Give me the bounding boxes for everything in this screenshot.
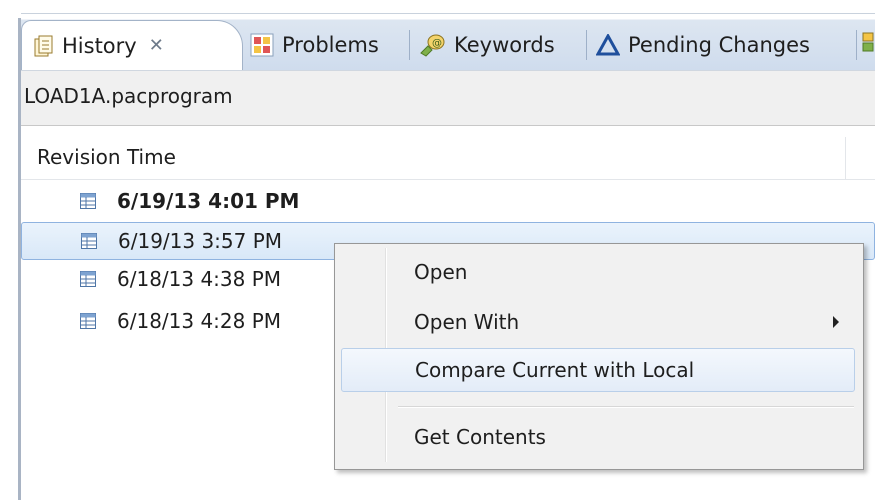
pending-changes-icon — [596, 34, 620, 56]
revision-time: 6/18/13 4:28 PM — [117, 309, 282, 333]
menu-item-compare-current-with-local[interactable]: Compare Current with Local — [341, 348, 855, 392]
tab-keywords[interactable]: @ Keywords — [418, 20, 555, 70]
column-header-revision-time[interactable]: Revision Time — [21, 137, 875, 180]
menu-item-label: Get Contents — [414, 425, 546, 449]
more-views-icon[interactable] — [862, 31, 874, 57]
revision-icon — [80, 313, 96, 333]
menu-separator — [398, 406, 854, 408]
close-icon[interactable]: ✕ — [149, 35, 164, 56]
revision-icon — [80, 271, 96, 291]
problems-icon — [250, 33, 274, 57]
submenu-arrow-icon — [833, 316, 839, 328]
tab-separator — [856, 30, 857, 60]
menu-item-label: Compare Current with Local — [415, 358, 695, 382]
table-row[interactable]: 6/19/13 4:01 PM — [21, 183, 875, 221]
menu-item-get-contents[interactable]: Get Contents — [341, 416, 855, 460]
tab-pending-changes[interactable]: Pending Changes — [596, 20, 810, 70]
tab-pending-changes-label: Pending Changes — [628, 33, 810, 57]
column-header-label: Revision Time — [37, 145, 176, 169]
tab-keywords-label: Keywords — [454, 33, 555, 57]
revision-time: 6/18/13 4:38 PM — [117, 267, 282, 291]
tab-separator — [409, 30, 410, 60]
menu-item-open-with[interactable]: Open With — [341, 301, 855, 345]
menu-item-label: Open — [414, 260, 468, 284]
revision-icon — [81, 233, 97, 253]
tab-problems-label: Problems — [282, 33, 379, 57]
menu-item-label: Open With — [414, 310, 520, 334]
resource-name: LOAD1A.pacprogram — [24, 84, 233, 108]
tab-history[interactable]: History ✕ — [21, 20, 243, 70]
revision-time: 6/19/13 3:57 PM — [118, 229, 283, 253]
revision-icon — [80, 193, 96, 213]
tab-separator — [586, 30, 587, 60]
menu-item-open[interactable]: Open — [341, 251, 855, 295]
tab-problems[interactable]: Problems — [250, 20, 379, 70]
column-divider — [845, 137, 846, 179]
keywords-icon: @ — [418, 33, 446, 57]
revision-time: 6/19/13 4:01 PM — [117, 189, 300, 213]
tab-history-label: History — [62, 33, 137, 58]
svg-text:@: @ — [432, 38, 442, 49]
tab-bar-top-line — [21, 13, 875, 14]
history-icon — [34, 35, 54, 57]
